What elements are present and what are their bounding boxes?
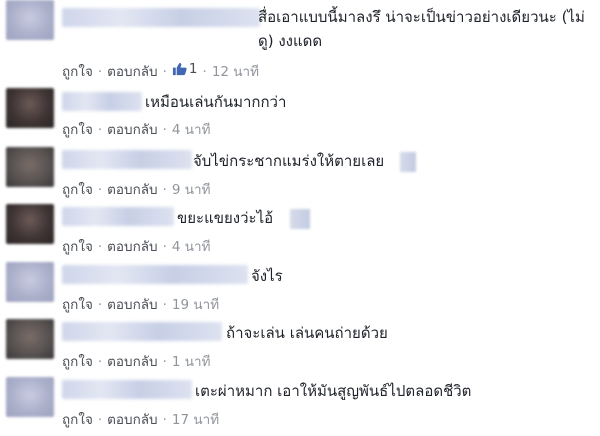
timestamp[interactable]: 9 นาที [172,182,211,198]
comment-item: ถ้าจะเล่น เล่นคนถ่ายด้วย ถูกใจ · ตอบกลับ · 1… [0,319,600,371]
separator: · [162,182,167,198]
reply-link[interactable]: ตอบกลับ [107,412,157,428]
separator: · [97,239,103,255]
separator: · [97,354,103,370]
comment-actions: ถูกใจ · ตอบกลับ · 4 นาที [62,235,211,257]
commenter-name[interactable] [62,265,248,284]
separator: · [97,182,103,198]
avatar[interactable] [6,88,54,128]
comment-actions: ถูกใจ · ตอบกลับ · 1 · 12 นาที [62,60,259,82]
comment-text: จับไข่กระชากแมร่งให้ตายเลย [193,152,385,170]
avatar[interactable] [6,204,54,244]
avatar[interactable] [6,262,54,302]
timestamp[interactable]: 12 นาที [212,64,259,80]
like-link[interactable]: ถูกใจ [62,412,93,428]
avatar[interactable] [6,319,54,359]
reply-link[interactable]: ตอบกลับ [107,122,157,138]
commenter-name[interactable] [62,92,142,111]
like-count[interactable]: 1 [172,61,198,77]
separator: · [162,239,167,255]
comment-text: จังไร [251,267,283,285]
comment-actions: ถูกใจ · ตอบกลับ · 17 นาที [62,408,219,430]
blurred-word [400,152,416,172]
commenter-name[interactable] [62,150,192,169]
reply-link[interactable]: ตอบกลับ [107,297,157,313]
avatar[interactable] [6,377,54,417]
comment-item: จับไข่กระชากแมร่งให้ตายเลย ถูกใจ · ตอบกลับ… [0,147,600,199]
reply-link[interactable]: ตอบกลับ [107,354,157,370]
separator: · [162,64,167,80]
reply-link[interactable]: ตอบกลับ [107,182,157,198]
like-link[interactable]: ถูกใจ [62,64,93,80]
separator: · [97,297,103,313]
commenter-name[interactable] [62,380,192,399]
comment-item: ขยะแขยงว่ะไอ้ ถูกใจ · ตอบกลับ · 4 นาที [0,204,600,256]
thumbs-up-icon [172,62,187,76]
comment-item: เหมือนเล่นกันมากกว่า ถูกใจ · ตอบกลับ · 4 นาท… [0,88,600,140]
like-link[interactable]: ถูกใจ [62,354,93,370]
separator: · [162,297,167,313]
timestamp[interactable]: 4 นาที [172,239,211,255]
commenter-name[interactable] [62,207,174,226]
comment-actions: ถูกใจ · ตอบกลับ · 9 นาที [62,178,211,200]
commenter-name[interactable] [62,322,222,341]
comment-text: ถ้าจะเล่น เล่นคนถ่ายด้วย [226,324,388,342]
comment-text: ขยะแขยงว่ะไอ้ [177,209,274,227]
comment-item: เตะผ่าหมาก เอาให้มันสูญพันธ์ไปตลอดชีวิต … [0,377,600,436]
timestamp[interactable]: 1 นาที [172,354,211,370]
separator: · [162,412,167,428]
commenter-name[interactable] [62,8,260,27]
comment-actions: ถูกใจ · ตอบกลับ · 1 นาที [62,350,211,372]
comment-text: เตะผ่าหมาก เอาให้มันสูญพันธ์ไปตลอดชีวิต [195,382,472,400]
separator: · [202,64,207,80]
comment-item: จังไร ถูกใจ · ตอบกลับ · 19 นาที [0,262,600,314]
timestamp[interactable]: 17 นาที [172,412,219,428]
like-link[interactable]: ถูกใจ [62,182,93,198]
avatar[interactable] [6,0,54,40]
comment-text: สื่อเอาแบบนี้มาลงรึ น่าจะเป็นข่าวอย่างเด… [258,8,585,50]
reply-link[interactable]: ตอบกลับ [107,239,157,255]
comment-actions: ถูกใจ · ตอบกลับ · 19 นาที [62,293,219,315]
separator: · [97,122,103,138]
like-link[interactable]: ถูกใจ [62,239,93,255]
separator: · [97,64,103,80]
avatar[interactable] [6,147,54,187]
timestamp[interactable]: 4 นาที [172,122,211,138]
separator: · [97,412,103,428]
separator: · [162,354,167,370]
like-link[interactable]: ถูกใจ [62,297,93,313]
timestamp[interactable]: 19 นาที [172,297,219,313]
reply-link[interactable]: ตอบกลับ [107,64,157,80]
separator: · [162,122,167,138]
like-link[interactable]: ถูกใจ [62,122,93,138]
comment-actions: ถูกใจ · ตอบกลับ · 4 นาที [62,118,211,140]
comment-text: เหมือนเล่นกันมากกว่า [145,93,287,111]
blurred-word [290,209,310,229]
comment-item: สื่อเอาแบบนี้มาลงรึ น่าจะเป็นข่าวอย่างเด… [0,0,600,82]
